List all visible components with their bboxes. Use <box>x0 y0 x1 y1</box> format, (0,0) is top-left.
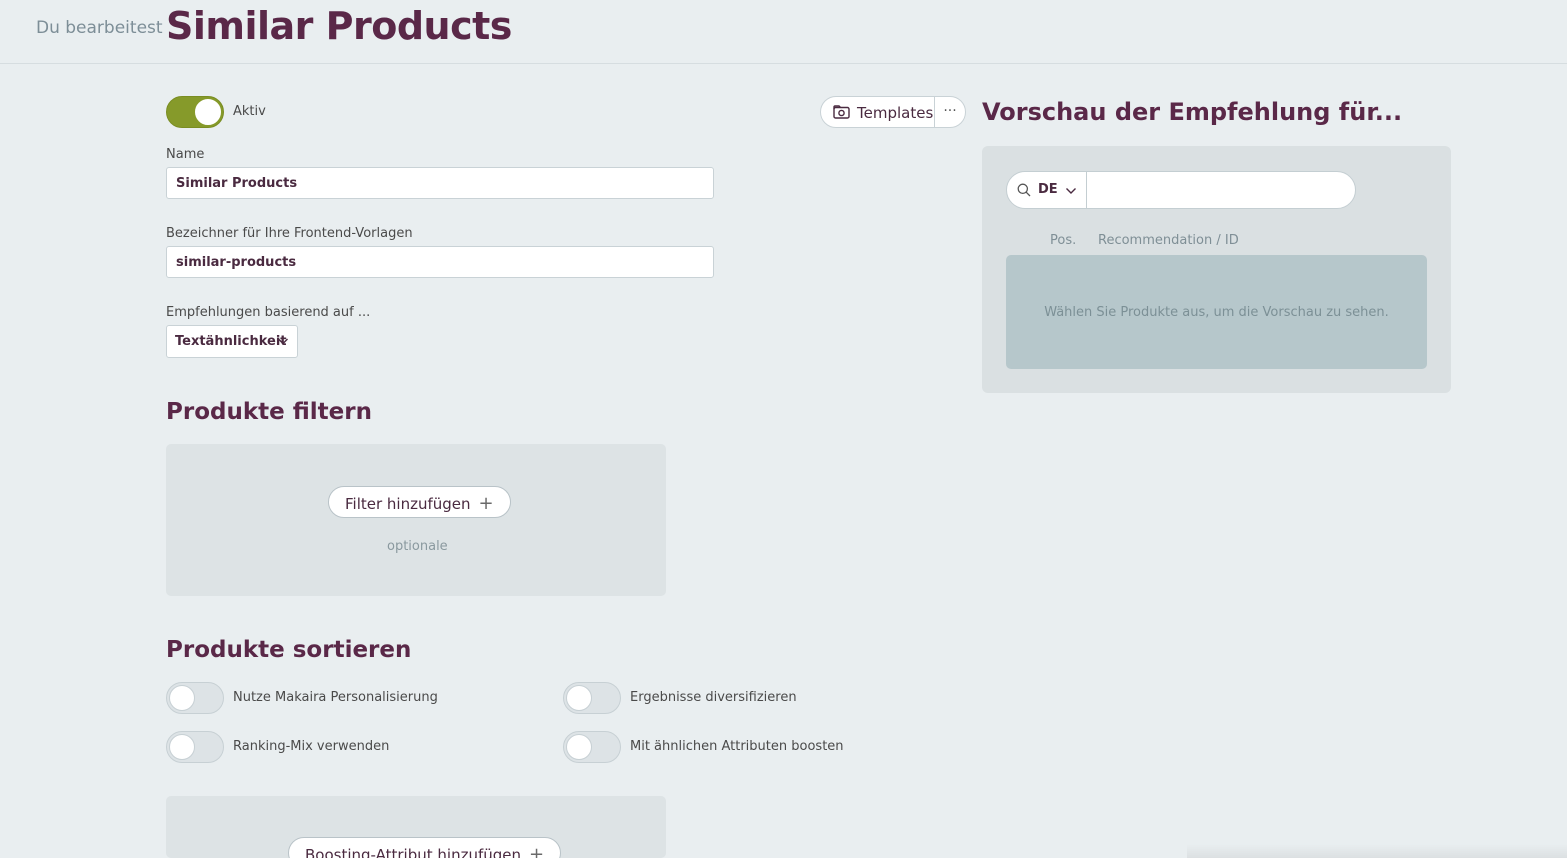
preview-title: Vorschau der Empfehlung für... <box>982 98 1403 126</box>
add-filter-label: Filter hinzufügen <box>345 495 471 513</box>
ranking-mix-label: Ranking-Mix verwenden <box>233 739 390 754</box>
filter-hint: optionale <box>387 539 448 554</box>
column-recommendation: Recommendation / ID <box>1098 233 1239 248</box>
chevron-down-icon <box>1066 188 1076 194</box>
add-boost-label: Boosting-Attribut hinzufügen <box>305 846 521 858</box>
identifier-input[interactable] <box>166 246 714 278</box>
filter-section-title: Produkte filtern <box>166 399 372 425</box>
bottom-shadow <box>1187 844 1567 858</box>
based-on-label: Empfehlungen basierend auf ... <box>166 305 371 320</box>
page-title: Similar Products <box>166 4 512 48</box>
preview-panel: DE Pos. Recommendation / ID Wählen Sie P… <box>982 146 1451 393</box>
similar-attributes-label: Mit ähnlichen Attributen boosten <box>630 739 844 754</box>
language-select[interactable]: DE <box>1007 172 1087 208</box>
name-input[interactable] <box>166 167 714 199</box>
toggle-knob <box>169 685 195 711</box>
templates-label: Templates <box>857 104 934 122</box>
preview-empty-state: Wählen Sie Produkte aus, um die Vorschau… <box>1006 255 1427 369</box>
filter-box: Filter hinzufügen + optionale <box>166 444 666 596</box>
preview-search-input[interactable] <box>1089 174 1344 206</box>
based-on-value: Textähnlichkeit <box>175 334 287 349</box>
column-pos: Pos. <box>1050 233 1077 248</box>
based-on-select[interactable]: Textähnlichkeit <box>166 325 298 358</box>
chevron-down-icon <box>278 338 288 345</box>
add-boost-button[interactable]: Boosting-Attribut hinzufügen + <box>288 837 562 858</box>
diversify-label: Ergebnisse diversifizieren <box>630 690 797 705</box>
active-toggle[interactable] <box>166 96 224 128</box>
more-options-button[interactable]: ··· <box>934 97 965 127</box>
toggle-knob <box>566 734 592 760</box>
diversify-toggle[interactable] <box>563 682 621 714</box>
name-label: Name <box>166 147 205 162</box>
ranking-mix-toggle[interactable] <box>166 731 224 763</box>
sort-section-title: Produkte sortieren <box>166 637 412 663</box>
camera-folder-icon <box>833 105 850 119</box>
personalization-toggle[interactable] <box>166 682 224 714</box>
editing-label: Du bearbeitest <box>36 18 163 38</box>
search-icon <box>1017 183 1031 197</box>
personalization-label: Nutze Makaira Personalisierung <box>233 690 438 705</box>
boost-box: Boosting-Attribut hinzufügen + <box>166 796 666 858</box>
plus-icon: + <box>478 493 494 514</box>
toggle-knob <box>195 99 221 125</box>
identifier-label: Bezeichner für Ihre Frontend-Vorlagen <box>166 226 413 241</box>
active-label: Aktiv <box>233 104 266 119</box>
toggle-knob <box>169 734 195 760</box>
plus-icon: + <box>529 844 545 858</box>
language-code: DE <box>1038 182 1058 197</box>
preview-search-bar: DE <box>1006 171 1356 209</box>
templates-group: Templates ··· <box>820 96 966 128</box>
toggle-knob <box>566 685 592 711</box>
preview-empty-text: Wählen Sie Produkte aus, um die Vorschau… <box>1044 305 1389 320</box>
top-bar: Du bearbeitest Similar Products <box>0 0 1567 64</box>
add-filter-button[interactable]: Filter hinzufügen + <box>328 486 511 518</box>
similar-attributes-toggle[interactable] <box>563 731 621 763</box>
templates-button[interactable]: Templates <box>821 97 934 127</box>
